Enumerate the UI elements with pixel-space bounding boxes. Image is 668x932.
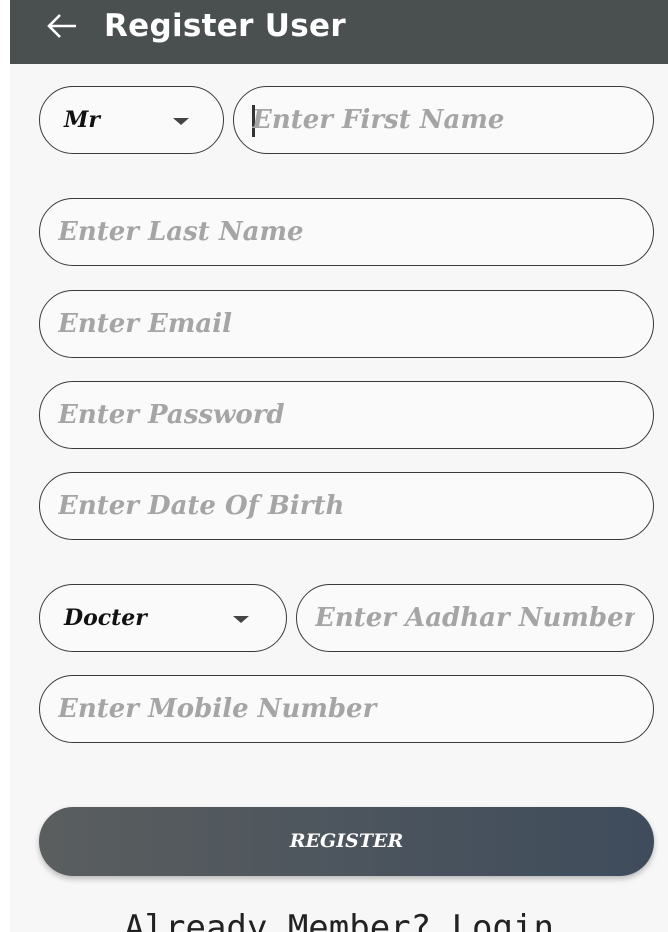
aadhar-field[interactable]: [296, 584, 654, 652]
dob-input[interactable]: [40, 473, 653, 539]
arrow-left-icon[interactable]: [46, 12, 78, 40]
role-select[interactable]: Docter: [39, 584, 287, 652]
email-field[interactable]: [39, 290, 654, 358]
page-title: Register User: [104, 8, 346, 44]
toolbar: Register User: [10, 0, 668, 64]
mobile-input[interactable]: [40, 676, 653, 742]
mobile-field[interactable]: [39, 675, 654, 743]
aadhar-input[interactable]: [297, 585, 653, 651]
last-name-field[interactable]: [39, 198, 654, 266]
password-input[interactable]: [40, 382, 653, 448]
title-select[interactable]: Mr: [39, 86, 224, 154]
register-screen: Register User Mr Docter REGISTER Already: [10, 0, 668, 932]
first-name-field[interactable]: [233, 86, 654, 154]
chevron-down-icon: [233, 616, 249, 623]
password-field[interactable]: [39, 381, 654, 449]
title-select-value: Mr: [64, 107, 100, 133]
email-input[interactable]: [40, 291, 653, 357]
role-select-value: Docter: [64, 605, 147, 631]
register-button[interactable]: REGISTER: [39, 807, 654, 876]
chevron-down-icon: [173, 118, 189, 125]
register-button-label: REGISTER: [289, 830, 404, 852]
dob-field[interactable]: [39, 472, 654, 540]
first-name-input[interactable]: [234, 87, 653, 153]
last-name-input[interactable]: [40, 199, 653, 265]
login-link[interactable]: Already Member? Login: [10, 908, 668, 932]
